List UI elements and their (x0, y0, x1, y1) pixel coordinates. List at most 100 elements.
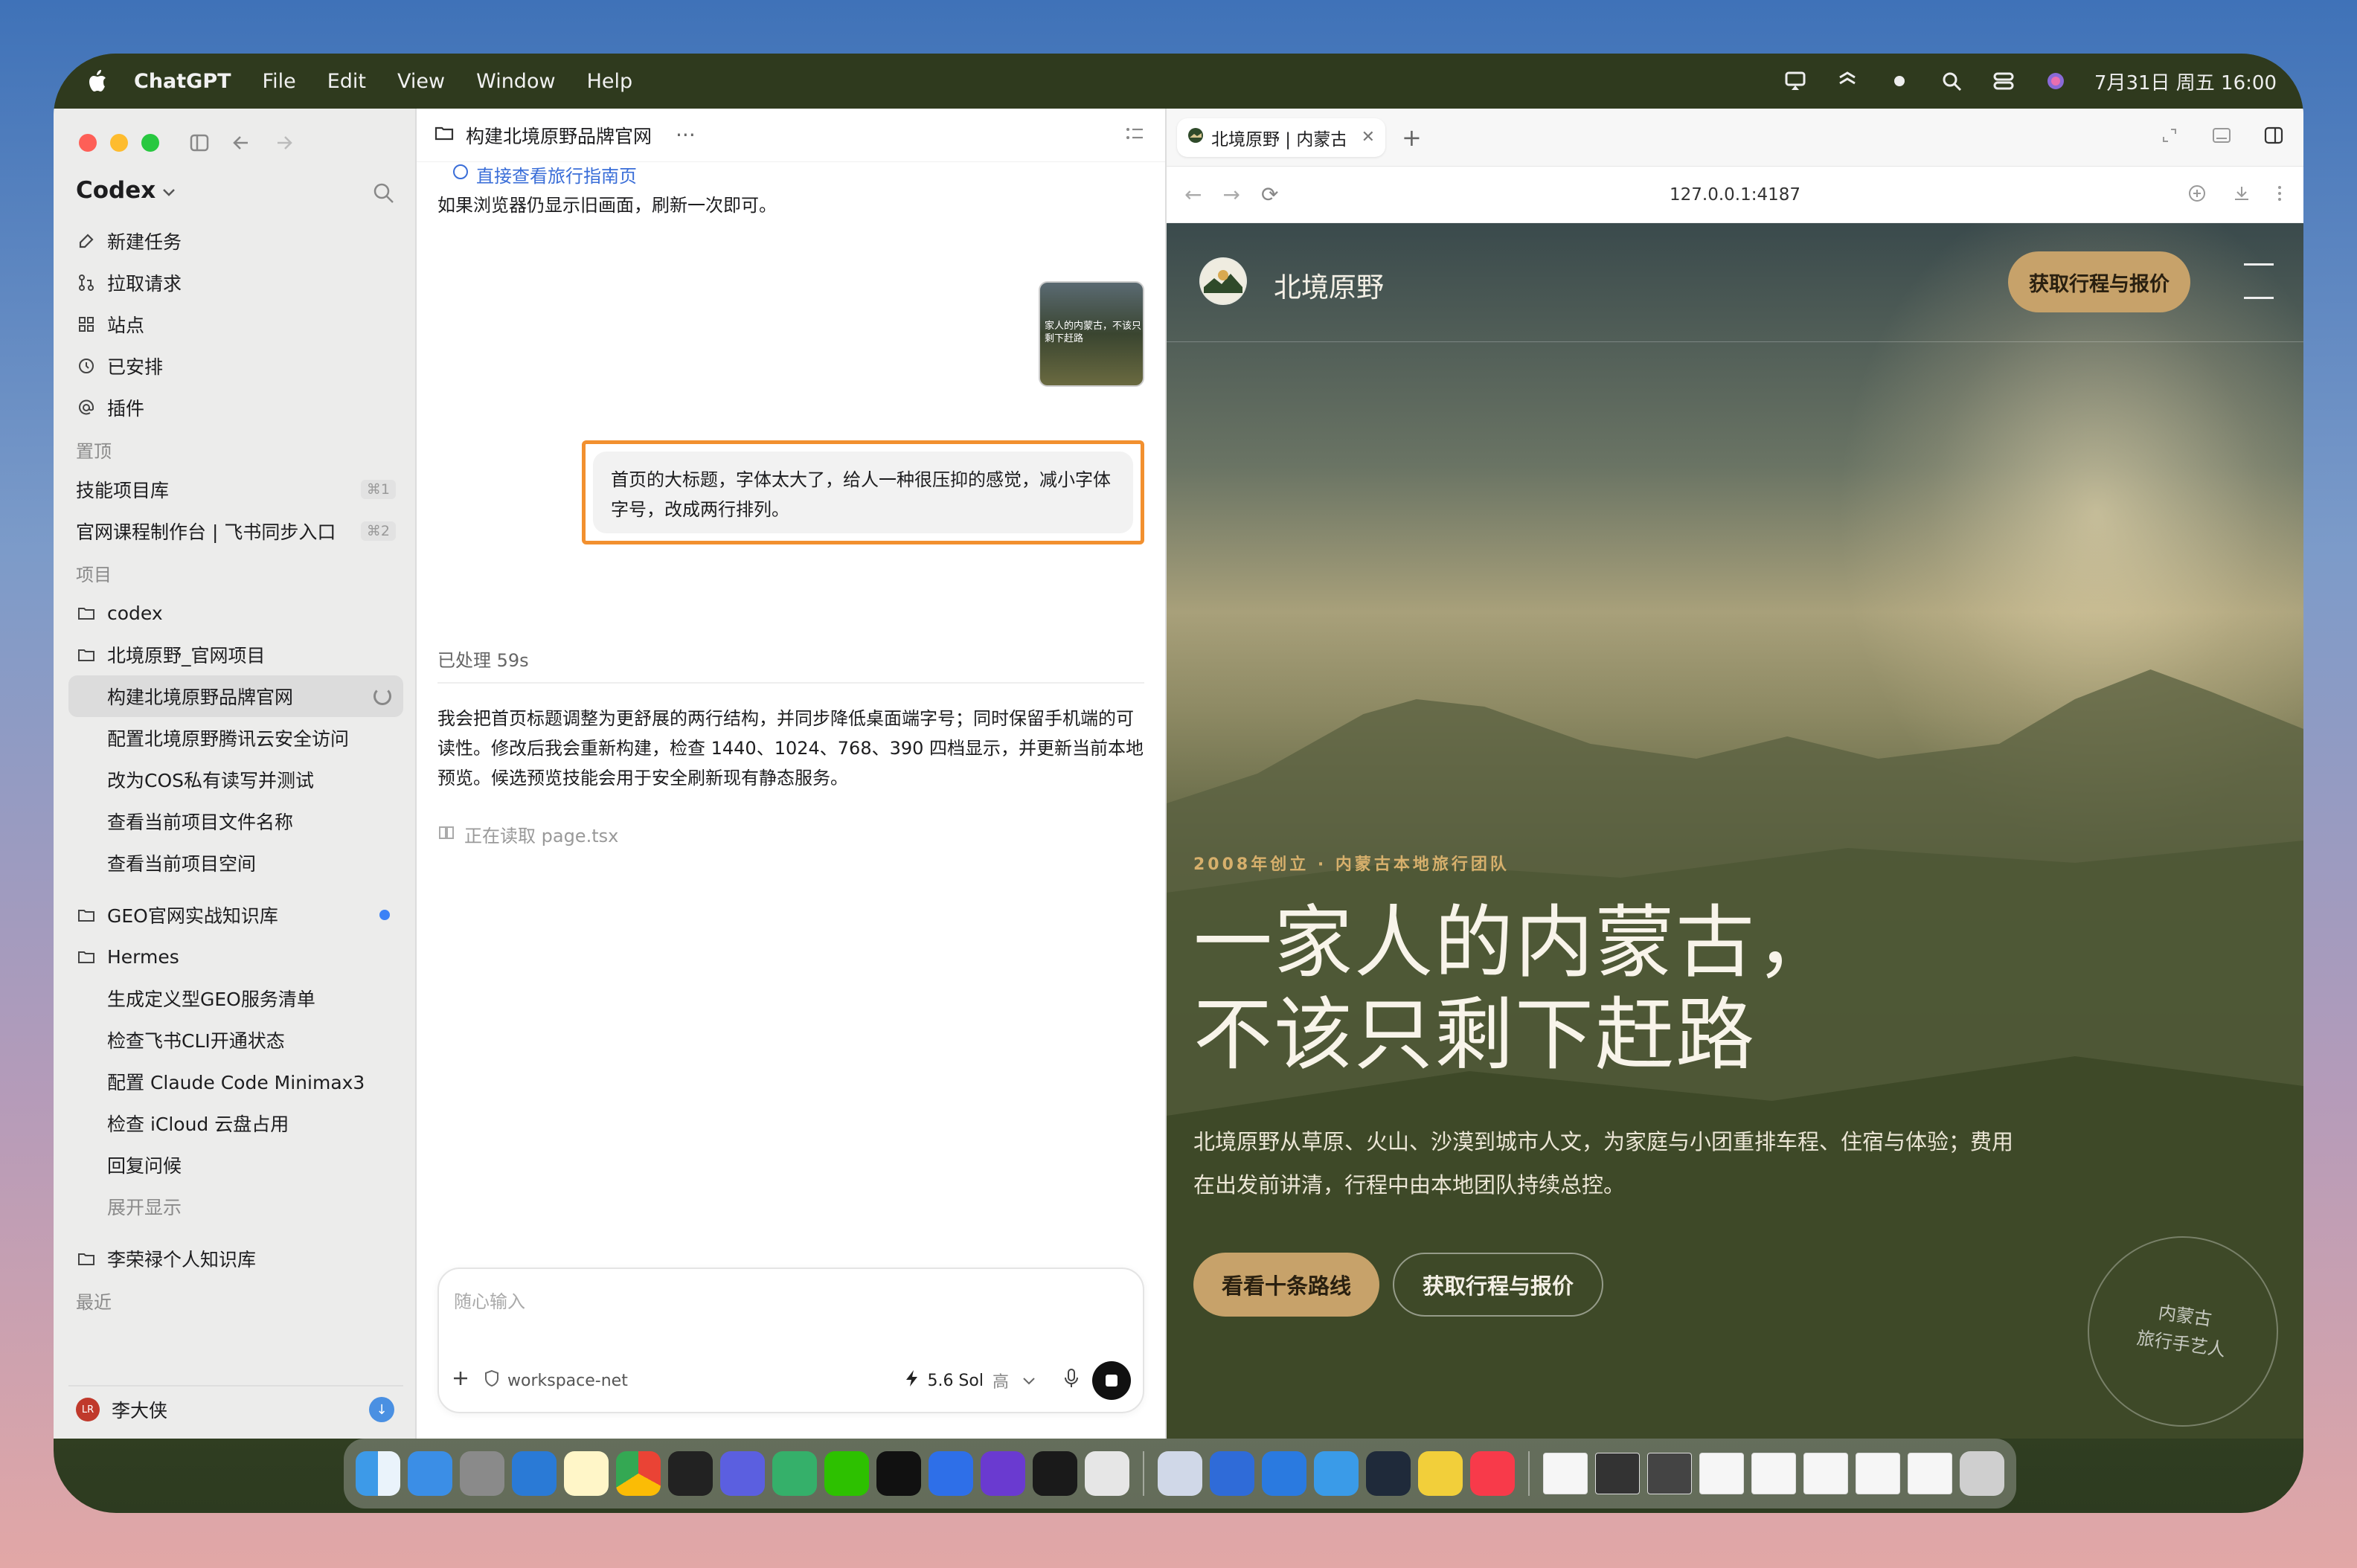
url-field[interactable]: 127.0.0.1:4187 (1167, 185, 2303, 205)
preview-icon[interactable] (1158, 1451, 1202, 1496)
workspace-switcher[interactable]: Codex (76, 177, 176, 204)
feishu-icon[interactable] (1210, 1451, 1254, 1496)
finder-icon[interactable] (356, 1451, 400, 1496)
add-attachment-icon[interactable] (451, 1369, 470, 1392)
effort-label[interactable]: 高 (992, 1369, 1009, 1392)
browser-tab[interactable]: 北境原野 | 内蒙古 ✕ (1177, 118, 1385, 157)
thread-item[interactable]: 生成定义型GEO服务清单 (68, 977, 403, 1019)
recent-document-icon[interactable] (1856, 1453, 1900, 1494)
task-list-icon[interactable] (1123, 123, 1149, 148)
pinyin-app-icon[interactable] (1418, 1451, 1463, 1496)
chrome-icon[interactable] (616, 1451, 661, 1496)
obsidian-icon[interactable] (981, 1451, 1025, 1496)
download-icon[interactable] (2232, 184, 2251, 206)
recent-document-icon[interactable] (1595, 1453, 1640, 1494)
nav-pull-requests[interactable]: 拉取请求 (68, 262, 403, 303)
recent-document-icon[interactable] (1803, 1453, 1848, 1494)
thread-item[interactable]: 检查 iCloud 云盘占用 (68, 1102, 403, 1144)
forward-arrow-icon[interactable] (269, 128, 299, 158)
close-window-button[interactable] (79, 134, 97, 152)
nav-sites[interactable]: 站点 (68, 303, 403, 345)
menu-window[interactable]: Window (476, 70, 555, 93)
microphone-icon[interactable] (1064, 1368, 1079, 1393)
recent-document-icon[interactable] (1647, 1453, 1692, 1494)
thread-item[interactable]: 检查飞书CLI开通状态 (68, 1019, 403, 1061)
spotlight-search-icon[interactable] (1938, 68, 1965, 94)
thread-item[interactable]: 回复问候 (68, 1144, 403, 1186)
nav-scheduled[interactable]: 已安排 (68, 345, 403, 387)
screen-mirror-icon[interactable] (1782, 68, 1809, 94)
sidebar-search-icon[interactable] (371, 180, 400, 210)
minimize-panel-icon[interactable] (2207, 121, 2236, 150)
nav-new-task[interactable]: 新建任务 (68, 220, 403, 262)
trash-icon[interactable] (1960, 1451, 2004, 1496)
header-cta-button[interactable]: 获取行程与报价 (2008, 251, 2190, 312)
mail-icon[interactable] (408, 1451, 452, 1496)
add-bookmark-icon[interactable] (2187, 184, 2207, 206)
composer-input[interactable]: 随心输入 (454, 1287, 525, 1313)
new-tab-icon[interactable]: + (1402, 123, 1422, 152)
menu-help[interactable]: Help (587, 70, 633, 93)
ai-assistant-icon[interactable] (720, 1451, 765, 1496)
project-folder-codex[interactable]: codex (68, 592, 403, 634)
project-folder-beijing[interactable]: 北境原野_官网项目 (68, 634, 403, 675)
site-logo[interactable] (1199, 257, 1247, 305)
control-center-icon[interactable] (1990, 68, 2017, 94)
apple-icon[interactable] (80, 65, 113, 97)
model-selector[interactable]: 5.6 Sol (927, 1372, 984, 1390)
chevron-down-icon[interactable] (1022, 1372, 1036, 1390)
recent-document-icon[interactable] (1751, 1453, 1796, 1494)
menu-file[interactable]: File (263, 70, 296, 93)
project-folder-hermes[interactable]: Hermes (68, 936, 403, 977)
thread-item[interactable]: 配置 Claude Code Minimax3 (68, 1061, 403, 1102)
recent-document-icon[interactable] (1543, 1453, 1588, 1494)
checkmark-app-icon[interactable] (929, 1451, 973, 1496)
wechat-icon[interactable] (824, 1451, 869, 1496)
wifi-bolt-icon[interactable] (1834, 68, 1861, 94)
download-update-icon[interactable]: ↓ (369, 1397, 394, 1422)
zoom-window-button[interactable] (141, 134, 159, 152)
cube-app-icon[interactable] (876, 1451, 921, 1496)
settings-icon[interactable] (460, 1451, 504, 1496)
menu-edit[interactable]: Edit (327, 70, 366, 93)
project-folder-personal[interactable]: 李荣禄个人知识库 (68, 1238, 403, 1279)
pinned-item-course[interactable]: 官网课程制作台 | 飞书同步入口 ⌘2 (68, 510, 403, 552)
notes-icon[interactable] (564, 1451, 609, 1496)
processed-status[interactable]: 已处理 59s (437, 646, 1144, 684)
thread-item[interactable]: 查看当前项目文件名称 (68, 800, 403, 842)
guide-link[interactable]: 直接查看旅行指南页 (452, 164, 637, 184)
user-account[interactable]: LR 李大侠 ↓ (68, 1385, 403, 1433)
stop-button[interactable] (1092, 1361, 1131, 1400)
workspace-selector[interactable]: workspace-net (507, 1372, 628, 1390)
terminal-icon[interactable] (668, 1451, 713, 1496)
sidebar-toggle-icon[interactable] (185, 128, 214, 158)
nav-plugins[interactable]: 插件 (68, 387, 403, 428)
minimize-window-button[interactable] (110, 134, 128, 152)
back-arrow-icon[interactable] (226, 128, 256, 158)
expand-icon[interactable] (2155, 121, 2184, 150)
thread-item[interactable]: 查看当前项目空间 (68, 842, 403, 884)
recent-document-icon[interactable] (1699, 1453, 1744, 1494)
tool-icon[interactable] (772, 1451, 817, 1496)
more-vertical-icon[interactable] (2277, 184, 2283, 206)
wave-app-icon[interactable] (1366, 1451, 1411, 1496)
close-tab-icon[interactable]: ✕ (1362, 128, 1375, 147)
menu-clock[interactable]: 7月31日 周五 16:00 (2094, 68, 2277, 95)
show-more-link[interactable]: 展开显示 (68, 1186, 403, 1227)
siri-icon[interactable] (2042, 68, 2069, 94)
recent-document-icon[interactable] (1908, 1453, 1952, 1494)
activity-monitor-icon[interactable] (1033, 1451, 1077, 1496)
thread-item-active[interactable]: 构建北境原野品牌官网 (68, 675, 403, 717)
thread-item[interactable]: 改为COS私有读写并测试 (68, 759, 403, 800)
iphone-mirror-icon[interactable] (1085, 1451, 1129, 1496)
split-view-icon[interactable] (2259, 121, 2289, 150)
menu-app-name[interactable]: ChatGPT (134, 70, 231, 93)
pinned-item-skills[interactable]: 技能项目库 ⌘1 (68, 469, 403, 510)
vscode-icon[interactable] (512, 1451, 557, 1496)
circle-app-icon[interactable] (1262, 1451, 1306, 1496)
attached-screenshot-thumbnail[interactable]: 家人的内蒙古，不该只剩下赶路 (1039, 281, 1144, 387)
project-folder-geo[interactable]: GEO官网实战知识库 (68, 894, 403, 936)
thread-title[interactable]: 构建北境原野品牌官网 (466, 122, 652, 149)
get-quote-button[interactable]: 获取行程与报价 (1393, 1253, 1604, 1317)
hamburger-menu-icon[interactable] (2244, 263, 2274, 301)
